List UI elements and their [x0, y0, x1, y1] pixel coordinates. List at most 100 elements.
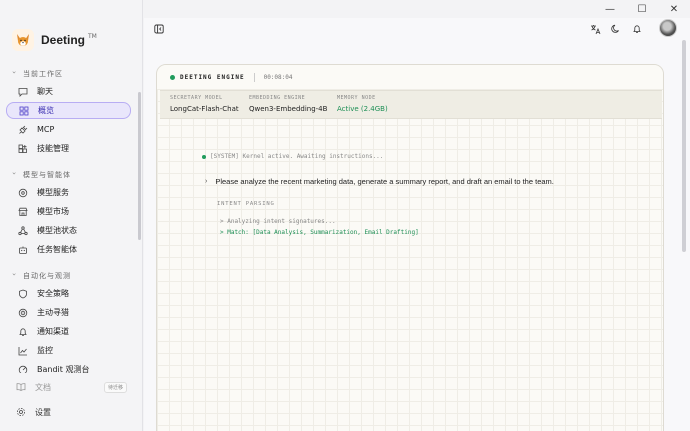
info-value: LongCat-Flash-Chat	[170, 105, 239, 113]
section-title-label: 自动化与观测	[23, 272, 71, 280]
notifications-button[interactable]	[630, 22, 644, 36]
theme-toggle-button[interactable]	[609, 22, 623, 36]
grid-icon	[19, 106, 29, 116]
main-area: DEETING ENGINE 00:08:04 SECRETARY MODEL …	[144, 18, 690, 431]
sidebar-item-chat[interactable]: 聊天	[6, 83, 131, 100]
bell-icon	[18, 327, 28, 337]
system-log-line: [SYSTEM] Kernel active. Awaiting instruc…	[202, 153, 383, 160]
sidebar-footer: 文档 待迁移 设置	[0, 377, 143, 422]
maximize-button[interactable]: ☐	[626, 0, 658, 18]
intent-match-line: > Match: [Data Analysis, Summarization, …	[220, 229, 419, 236]
engine-info-bar: SECRETARY MODEL LongCat-Flash-Chat EMBED…	[160, 90, 662, 119]
sidebar-item-label: 模型服务	[37, 188, 69, 197]
chevron-down-icon: ›	[10, 172, 18, 176]
robot-icon	[18, 245, 28, 255]
section-models-agents[interactable]: › 模型与智能体	[0, 167, 143, 183]
sidebar-item-label: 通知渠道	[37, 327, 69, 336]
moon-icon	[611, 24, 619, 33]
user-avatar[interactable]	[659, 19, 677, 37]
sidebar-item-label: 主动寻猎	[37, 308, 69, 317]
language-button[interactable]	[588, 22, 602, 36]
sidebar-toggle-icon	[154, 24, 164, 34]
sidebar-item-task-agent[interactable]: 任务智能体	[6, 241, 131, 258]
close-button[interactable]: ✕	[658, 0, 690, 18]
system-log-text: [SYSTEM] Kernel active. Awaiting instruc…	[210, 153, 384, 160]
sidebar-item-notifications[interactable]: 通知渠道	[6, 323, 131, 340]
info-value: Qwen3-Embedding-4B	[249, 105, 328, 113]
sidebar-item-label: 模型市场	[37, 207, 69, 216]
server-icon	[18, 188, 28, 198]
info-label: SECRETARY MODEL	[170, 95, 223, 101]
sidebar-item-overview[interactable]: 概览	[6, 102, 131, 119]
sidebar: Deeting TM › 当前工作区 聊天 概览 MCP 技能管理 › 模型与智…	[0, 0, 143, 431]
toggle-sidebar-button[interactable]	[152, 22, 166, 36]
section-automation[interactable]: › 自动化与观测	[0, 268, 143, 284]
user-prompt-text: Please analyze the recent marketing data…	[215, 177, 554, 186]
sidebar-item-monitoring[interactable]: 监控	[6, 342, 131, 359]
sidebar-item-label: 聊天	[37, 87, 53, 96]
section-title-label: 当前工作区	[23, 70, 63, 78]
blocks-icon	[18, 144, 28, 154]
engine-card-header: DEETING ENGINE 00:08:04	[157, 65, 663, 89]
memory-status-value: Active (2.4GB)	[337, 105, 388, 113]
book-icon	[16, 382, 26, 392]
engine-clock: 00:08:04	[263, 73, 293, 81]
sidebar-item-label: 模型池状态	[37, 226, 77, 235]
intent-line: > Analyzing intent signatures...	[220, 218, 336, 225]
settings-link[interactable]: 设置	[0, 402, 143, 422]
section-workspace[interactable]: › 当前工作区	[0, 66, 143, 82]
radar-icon	[18, 365, 28, 373]
bell-icon	[633, 25, 641, 33]
chevron-right-icon: ›	[205, 178, 208, 185]
window-titlebar: — ☐ ✕	[0, 0, 690, 18]
header-divider	[253, 72, 255, 82]
sidebar-item-label: MCP	[37, 125, 55, 134]
docs-pending-badge: 待迁移	[103, 381, 127, 393]
translate-icon	[590, 24, 600, 34]
sidebar-item-label: 任务智能体	[37, 245, 77, 254]
info-memory-node: MEMORY NODE Active (2.4GB)	[337, 95, 388, 113]
system-status-dot-icon	[202, 154, 206, 159]
chat-icon	[18, 87, 28, 97]
sidebar-item-label: Bandit 观测台	[37, 365, 90, 373]
brand-name: Deeting	[41, 33, 86, 47]
minimize-button[interactable]: —	[594, 0, 626, 18]
target-icon	[18, 308, 28, 318]
sidebar-scrollbar[interactable]	[138, 92, 141, 240]
info-label: EMBEDDING ENGINE	[249, 95, 306, 101]
status-dot-icon	[170, 74, 175, 80]
main-scrollbar[interactable]	[682, 40, 686, 252]
docs-link[interactable]: 文档 待迁移	[0, 377, 143, 397]
info-label: MEMORY NODE	[337, 95, 376, 101]
sidebar-item-mcp[interactable]: MCP	[6, 121, 131, 138]
sidebar-item-security[interactable]: 安全策略	[6, 285, 131, 302]
sidebar-item-skills[interactable]: 技能管理	[6, 140, 131, 157]
sidebar-item-model-service[interactable]: 模型服务	[6, 184, 131, 201]
section-title-label: 模型与智能体	[23, 171, 71, 179]
chevron-down-icon: ›	[10, 71, 18, 75]
gear-icon	[16, 407, 26, 417]
sidebar-item-hunting[interactable]: 主动寻猎	[6, 304, 131, 321]
sidebar-item-model-market[interactable]: 模型市场	[6, 203, 131, 220]
engine-title: DEETING ENGINE	[180, 73, 245, 81]
intent-parsing-title: INTENT PARSING	[217, 201, 275, 207]
corgi-logo-icon	[12, 29, 34, 51]
settings-label: 设置	[35, 407, 51, 417]
plug-icon	[18, 125, 28, 135]
brand-trademark: TM	[88, 33, 97, 40]
top-bar	[144, 18, 690, 44]
sidebar-item-bandit[interactable]: Bandit 观测台	[6, 361, 131, 373]
brand: Deeting TM	[12, 29, 97, 51]
user-prompt: › Please analyze the recent marketing da…	[205, 177, 554, 186]
sidebar-item-label: 安全策略	[37, 289, 69, 298]
store-icon	[18, 207, 28, 217]
chart-icon	[18, 346, 28, 356]
info-embedding-engine: EMBEDDING ENGINE Qwen3-Embedding-4B	[249, 95, 327, 113]
chevron-down-icon: ›	[10, 273, 18, 277]
shield-icon	[18, 289, 28, 299]
sidebar-item-label: 监控	[37, 346, 53, 355]
info-secretary-model: SECRETARY MODEL LongCat-Flash-Chat	[170, 95, 239, 113]
sidebar-item-model-pool[interactable]: 模型池状态	[6, 222, 131, 239]
sidebar-nav: › 当前工作区 聊天 概览 MCP 技能管理 › 模型与智能体 模型服务 模型市…	[0, 64, 143, 373]
sidebar-item-label: 技能管理	[37, 144, 69, 153]
